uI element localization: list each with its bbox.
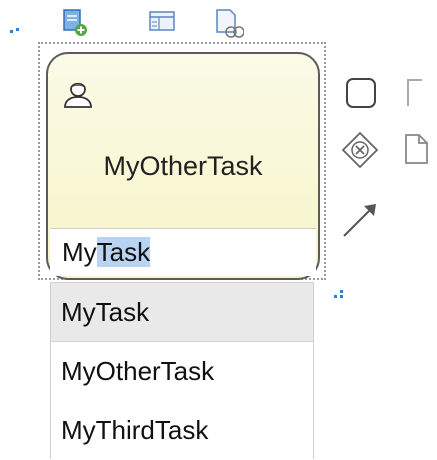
annotation-icon[interactable] — [400, 76, 430, 110]
autocomplete-selection: Task — [96, 237, 151, 267]
gateway-icon[interactable] — [340, 130, 380, 170]
document-settings-icon[interactable] — [214, 8, 245, 38]
task-name: MyOtherTask — [103, 151, 263, 181]
typed-text: My — [62, 237, 97, 267]
form-icon[interactable] — [148, 8, 175, 34]
task-name-input[interactable]: MyTask — [50, 228, 316, 276]
add-document-icon[interactable] — [62, 8, 87, 36]
dropdown-item-mythirdtask[interactable]: MyThirdTask — [51, 401, 313, 460]
dropdown-item-mytask[interactable]: MyTask — [51, 283, 313, 342]
task-shape-icon[interactable] — [344, 76, 378, 110]
document-icon[interactable] — [402, 132, 432, 166]
resize-handle-icon-bottom[interactable] — [334, 290, 346, 302]
dropdown-item-myothertask[interactable]: MyOtherTask — [51, 342, 313, 401]
user-icon — [64, 82, 92, 108]
autocomplete-dropdown: MyTask MyOtherTask MyThirdTask — [50, 282, 314, 459]
resize-handle-icon[interactable] — [10, 28, 22, 40]
connector-arrow-icon[interactable] — [340, 200, 380, 240]
